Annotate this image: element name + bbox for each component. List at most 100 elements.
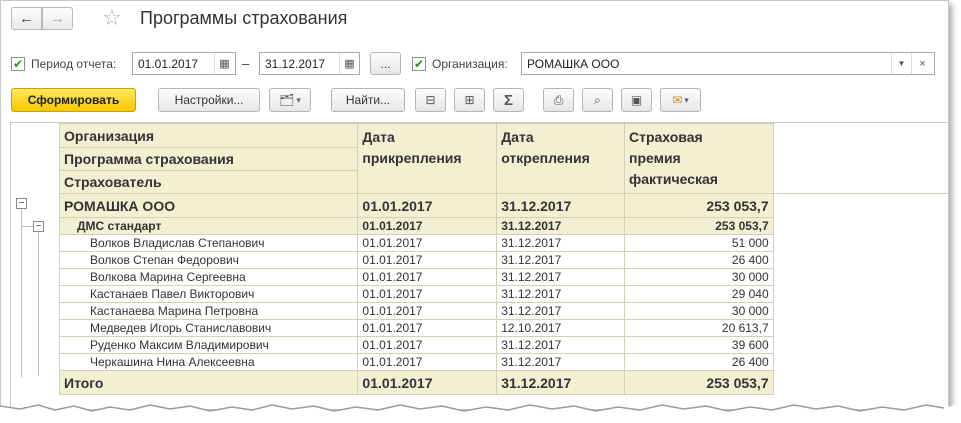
group-name: РОМАШКА ООО — [58, 193, 359, 218]
collapse-group-icon[interactable]: − — [16, 198, 27, 209]
premium: 39 600 — [623, 336, 774, 354]
header-premium: Страховая премия фактическая — [623, 123, 774, 194]
folder-icon: 🗂 — [279, 93, 295, 107]
period-label: Период отчета: — [31, 57, 117, 71]
date-to-value: 31.12.2017 — [265, 57, 326, 71]
collapse-icon: ⊟ — [425, 93, 436, 107]
save-button[interactable]: ▣ — [621, 88, 652, 112]
detach-date: 31.12.2017 — [496, 353, 625, 371]
insurer-name: Кастанаева Марина Петровна — [58, 302, 359, 320]
attach-date: 01.01.2017 — [357, 302, 498, 320]
report-table: Организация Дата прикрепления Дата открепл… — [58, 123, 949, 395]
table-row[interactable]: Кастанаев Павел Викторович 01.01.2017 31… — [58, 285, 949, 303]
group-row[interactable]: РОМАШКА ООО 01.01.2017 31.12.2017 253 05… — [58, 193, 948, 218]
tree-line — [21, 209, 22, 377]
filler-cell — [773, 193, 948, 218]
clear-icon[interactable]: × — [911, 53, 933, 74]
header-insurer: Страхователь — [58, 170, 359, 194]
tree-line — [38, 232, 39, 376]
checkmark-icon: ✔ — [413, 57, 425, 71]
period-checkbox[interactable]: ✔ — [11, 57, 25, 71]
find-button[interactable]: Найти... — [331, 88, 405, 112]
attach-date: 01.01.2017 — [357, 319, 498, 337]
header-program: Программа страхования — [58, 147, 359, 171]
table-row[interactable]: Волков Степан Федорович 01.01.2017 31.12… — [58, 251, 949, 269]
torn-edge — [0, 404, 961, 423]
premium: 26 400 — [623, 251, 774, 269]
collapse-subgroup-icon[interactable]: − — [33, 221, 44, 232]
attach-date: 01.01.2017 — [357, 336, 498, 354]
subgroup-premium: 253 053,7 — [623, 217, 774, 235]
forward-button[interactable]: → — [42, 7, 73, 30]
generate-button[interactable]: Сформировать — [11, 88, 136, 112]
chevron-down-icon: ▾ — [684, 94, 689, 105]
report-area: − − Организация Дата прикрепления Дата отк… — [10, 122, 949, 409]
header-row: Организация Дата прикрепления Дата открепл… — [58, 123, 948, 194]
arrow-left-icon: ← — [19, 10, 34, 27]
group-premium: 253 053,7 — [623, 193, 774, 218]
period-select-button[interactable]: ... — [370, 52, 401, 75]
insurer-name: Волков Владислав Степанович — [58, 234, 359, 252]
organization-label: Организация: — [432, 57, 508, 71]
total-attach: 01.01.2017 — [357, 370, 498, 395]
page-title: Программы страхования — [140, 8, 348, 28]
table-row[interactable]: Волков Владислав Степанович 01.01.2017 3… — [58, 234, 949, 252]
attach-date: 01.01.2017 — [357, 353, 498, 371]
date-from-value: 01.01.2017 — [138, 57, 199, 71]
header-detach-line2: открепления — [501, 150, 590, 166]
header-organization: Организация — [58, 123, 359, 148]
insurer-name: Кастанаев Павел Викторович — [58, 285, 359, 303]
premium: 29 040 — [623, 285, 774, 303]
insurer-name: Черкашина Нина Алексеевна — [58, 353, 359, 371]
organization-field[interactable]: РОМАШКА ООО — [521, 52, 935, 75]
insurer-name: Волков Степан Федорович — [58, 251, 359, 269]
envelope-icon: ✉ — [672, 93, 683, 107]
filler-cell — [773, 354, 948, 371]
header-detach-line1: Дата — [501, 129, 534, 145]
chevron-down-icon: ▾ — [296, 94, 301, 105]
organization-checkbox[interactable]: ✔ — [412, 57, 426, 71]
table-row[interactable]: Медведев Игорь Станиславович 01.01.2017 … — [58, 319, 949, 337]
premium: 30 000 — [623, 268, 774, 286]
filler-cell — [773, 370, 948, 395]
table-row[interactable]: Черкашина Нина Алексеевна 01.01.2017 31.… — [58, 353, 949, 371]
favorite-star-icon[interactable]: ☆ — [102, 5, 122, 31]
premium: 51 000 — [623, 234, 774, 252]
detach-date: 31.12.2017 — [496, 234, 625, 252]
sum-button[interactable]: Σ — [493, 88, 524, 112]
variants-button[interactable]: 🗂 ▾ — [269, 88, 311, 112]
calendar-icon[interactable]: ▦ — [214, 53, 234, 74]
total-row[interactable]: Итого 01.01.2017 31.12.2017 253 053,7 — [58, 370, 948, 395]
preview-button[interactable]: ⌕ — [582, 88, 613, 112]
settings-button[interactable]: Настройки... — [158, 88, 260, 112]
attach-date: 01.01.2017 — [357, 285, 498, 303]
checkmark-icon: ✔ — [12, 57, 24, 71]
header-premium-line2: премия — [628, 150, 681, 166]
send-email-button[interactable]: ✉ ▾ — [660, 88, 701, 112]
calendar-icon[interactable]: ▦ — [339, 53, 359, 74]
filler-cell — [773, 286, 948, 303]
subgroup-row[interactable]: ДМС стандарт 01.01.2017 31.12.2017 253 0… — [58, 217, 948, 235]
expand-icon: ⊞ — [464, 93, 475, 107]
filler-cell — [773, 235, 948, 252]
attach-date: 01.01.2017 — [357, 234, 498, 252]
tree-line — [21, 226, 33, 227]
header-attach-line1: Дата — [362, 129, 395, 145]
dropdown-arrow-icon[interactable]: ▼ — [891, 53, 911, 74]
expand-groups-button[interactable]: ⊞ — [454, 88, 485, 112]
table-row[interactable]: Руденко Максим Владимирович 01.01.2017 3… — [58, 336, 949, 354]
table-row[interactable]: Кастанаева Марина Петровна 01.01.2017 31… — [58, 302, 949, 320]
filler-cell — [773, 337, 948, 354]
report-window: ← → ☆ Программы страхования ✔ Период отч… — [0, 0, 949, 410]
detach-date: 12.10.2017 — [496, 319, 625, 337]
group-detach: 31.12.2017 — [496, 193, 625, 218]
print-button[interactable]: ⎙ — [543, 88, 574, 112]
collapse-groups-button[interactable]: ⊟ — [415, 88, 446, 112]
filler-cell — [773, 217, 948, 235]
insurer-name: Руденко Максим Владимирович — [58, 336, 359, 354]
table-row[interactable]: Волкова Марина Сергеевна 01.01.2017 31.1… — [58, 268, 949, 286]
total-label: Итого — [58, 370, 359, 395]
back-button[interactable]: ← — [11, 7, 42, 30]
sigma-icon: Σ — [503, 91, 513, 109]
header-detach-date: Дата открепления — [496, 123, 625, 194]
